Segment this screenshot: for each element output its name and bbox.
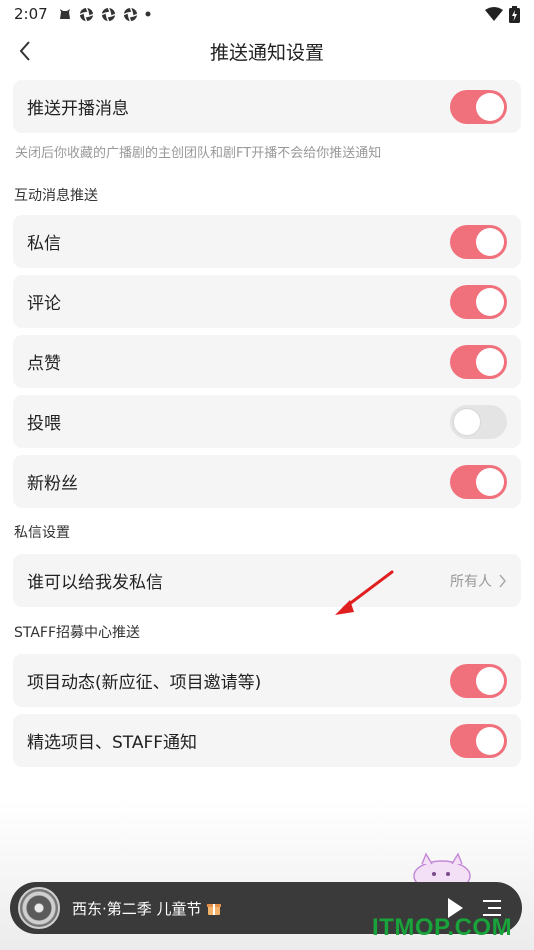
settings-content: 推送开播消息 关闭后你收藏的广播剧的主创团队和剧FT开播不会给你推送通知 互动消… [0, 80, 534, 767]
setting-label: 精选项目、STAFF通知 [27, 733, 198, 753]
aperture-icon [79, 7, 94, 21]
toggle-knob [476, 467, 504, 496]
toggle-project-updates[interactable] [450, 663, 507, 698]
setting-label: 私信 [27, 234, 61, 254]
chevron-left-icon [19, 41, 30, 61]
aperture-icon [123, 7, 138, 21]
toggle-feed[interactable] [450, 404, 507, 439]
setting-row-new-fans[interactable]: 新粉丝 [13, 455, 521, 508]
toggle-knob [453, 407, 481, 436]
toggle-live-push[interactable] [450, 89, 507, 124]
toggle-staff-notice[interactable] [450, 723, 507, 758]
setting-row-comment[interactable]: 评论 [13, 275, 521, 328]
track-title: 西东·第二季 儿童节 [72, 899, 202, 918]
status-bar: 2:07 [0, 0, 534, 28]
toggle-new-fans[interactable] [450, 464, 507, 499]
aperture-icon [101, 7, 116, 21]
setting-row-like[interactable]: 点赞 [13, 335, 521, 388]
wifi-icon [485, 7, 503, 21]
setting-row-dm[interactable]: 私信 [13, 215, 521, 268]
setting-row-staff-notice[interactable]: 精选项目、STAFF通知 [13, 714, 521, 767]
setting-label: 点赞 [27, 354, 61, 374]
back-button[interactable] [10, 36, 40, 66]
setting-label: 评论 [27, 294, 61, 314]
setting-label: 谁可以给我发私信 [27, 573, 163, 593]
system-icons [485, 5, 520, 23]
setting-row-project-updates[interactable]: 项目动态(新应征、项目邀请等) [13, 654, 521, 707]
toggle-knob [476, 227, 504, 256]
dot-icon [145, 11, 151, 17]
nav-bar: 推送通知设置 [0, 28, 534, 74]
section-title-staff: STAFF招募中心推送 [14, 625, 141, 641]
page-title: 推送通知设置 [209, 41, 324, 64]
toggle-knob [476, 92, 504, 121]
cat-icon [59, 9, 70, 19]
notification-icons [58, 7, 151, 22]
setting-label: 新粉丝 [27, 474, 78, 494]
toggle-knob [476, 666, 504, 695]
setting-value: 所有人 [450, 573, 492, 590]
toggle-knob [476, 347, 504, 376]
section-title-dm-settings: 私信设置 [14, 525, 70, 541]
section-title-interactive: 互动消息推送 [14, 188, 98, 204]
toggle-knob [476, 287, 504, 316]
setting-row-feed[interactable]: 投喂 [13, 395, 521, 448]
setting-label: 投喂 [27, 414, 61, 434]
status-time: 2:07 [14, 5, 48, 23]
gift-box-icon [206, 904, 221, 915]
battery-icon [509, 5, 520, 23]
chevron-right-icon [499, 574, 506, 587]
toggle-comment[interactable] [450, 284, 507, 319]
watermark: ITMOP.COM [372, 914, 513, 941]
album-disc-icon[interactable] [18, 887, 60, 929]
annotation-arrow-icon [335, 570, 394, 615]
setting-label: 推送开播消息 [27, 99, 129, 119]
setting-row-who-can-dm[interactable]: 谁可以给我发私信 所有人 [13, 554, 521, 607]
setting-hint: 关闭后你收藏的广播剧的主创团队和剧FT开播不会给你推送通知 [15, 146, 382, 161]
setting-row-live-push[interactable]: 推送开播消息 [13, 80, 521, 133]
toggle-like[interactable] [450, 344, 507, 379]
setting-value-wrap: 所有人 [450, 571, 507, 591]
toggle-knob [476, 726, 504, 755]
setting-label: 项目动态(新应征、项目邀请等) [27, 673, 262, 693]
toggle-dm[interactable] [450, 224, 507, 259]
